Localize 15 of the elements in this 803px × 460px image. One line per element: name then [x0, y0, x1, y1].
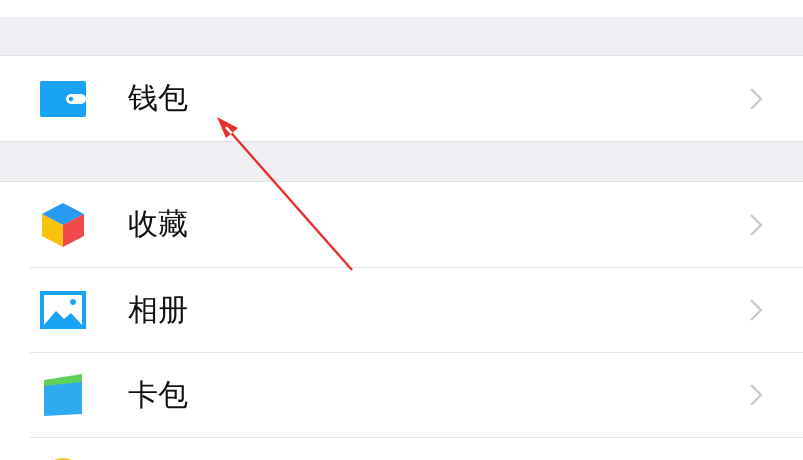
menu-label: 相册	[128, 292, 189, 330]
image-icon	[40, 291, 86, 329]
chevron-icon	[749, 383, 763, 407]
chevron-icon	[749, 212, 763, 236]
cube-icon	[40, 202, 86, 246]
menu-item[interactable]: 收藏	[30, 182, 803, 267]
menu-item[interactable]: 卡包	[30, 352, 803, 437]
menu-label: 钱包	[128, 80, 189, 118]
menu-item[interactable]: 钱包	[30, 56, 803, 141]
menu-label: 收藏	[128, 206, 189, 244]
chevron-icon	[749, 86, 763, 110]
chevron-icon	[749, 298, 763, 322]
menu-item[interactable]: 相册	[30, 267, 803, 352]
wallet-icon	[40, 80, 86, 116]
menu-label: 卡包	[128, 376, 189, 414]
